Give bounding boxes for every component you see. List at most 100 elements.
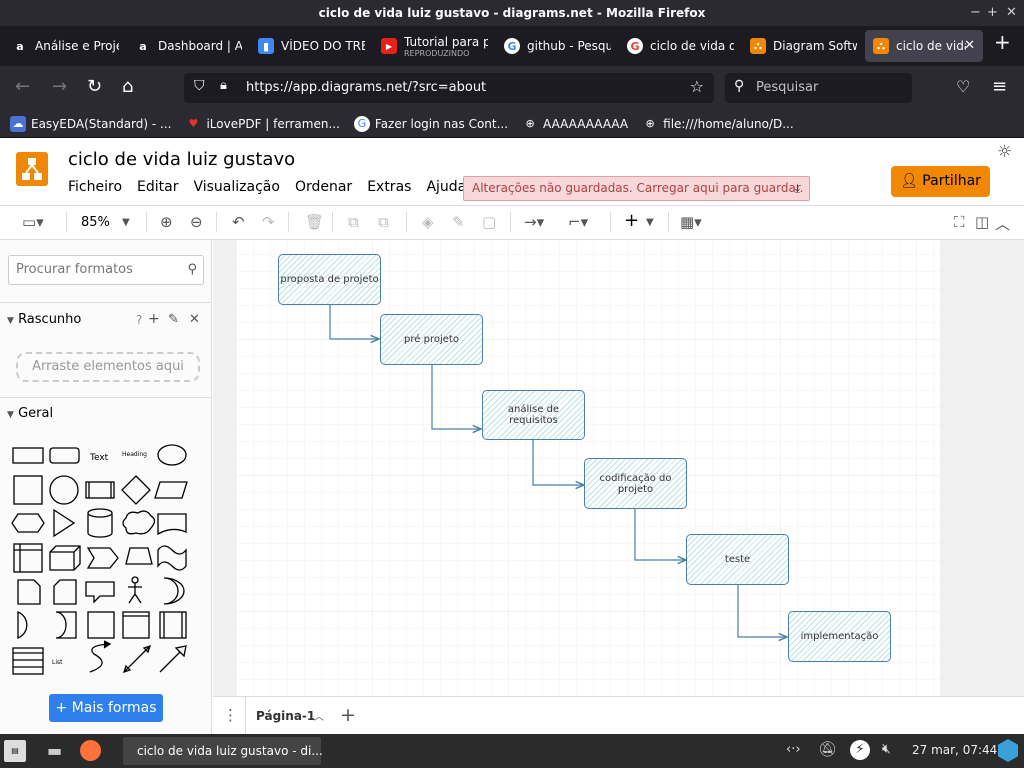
collapse-arrow-icon: ▼	[7, 410, 14, 420]
general-header[interactable]: ▼ Geral	[7, 406, 53, 421]
tab-label: Dashboard | A	[158, 39, 242, 53]
search-placeholder: Pesquisar	[756, 80, 819, 95]
close-tab-icon[interactable]: ✕	[964, 38, 975, 53]
bookmark-login[interactable]: G Fazer login nas Cont...	[353, 115, 509, 132]
diagram-page[interactable]: proposta de projeto pré projeto análise …	[236, 240, 940, 696]
undo-icon[interactable]: ↶	[232, 213, 245, 231]
url-bar[interactable]: ⛉ 🔒︎ https://app.diagrams.net/?src=about…	[184, 73, 714, 103]
menu-icon[interactable]: ≡	[992, 76, 1007, 97]
help-icon[interactable]: ?	[136, 313, 142, 327]
menu-arrange[interactable]: Ordenar	[295, 179, 352, 195]
zoom-in-icon[interactable]: ⊕	[160, 213, 173, 231]
menu-edit[interactable]: Editar	[137, 179, 178, 195]
bookmark-label: file:///home/aluno/D...	[663, 116, 794, 131]
theme-sun-icon[interactable]: ☼	[997, 142, 1012, 162]
diagram-node[interactable]: implementação	[788, 611, 891, 662]
firefox-icon[interactable]	[80, 740, 101, 761]
start-menu-icon[interactable]: ▤	[4, 740, 26, 762]
shapes-palette[interactable]: Text Heading List	[8, 438, 204, 678]
share-button[interactable]: 👤︎ Partilhar	[891, 166, 990, 197]
edit-icon[interactable]: ✎	[168, 312, 179, 327]
tab-label: ciclo de vida	[896, 39, 966, 53]
bookmark-star-icon[interactable]: ☆	[690, 77, 704, 96]
user-icon: 👤︎	[900, 173, 918, 189]
line-color-icon: ✎	[452, 213, 465, 231]
format-panel-icon[interactable]: ▭▾	[22, 213, 44, 231]
tab-0[interactable]: a Análise e Proje	[4, 30, 127, 62]
os-taskbar: ▤ ▬ ciclo de vida luiz gustavo - di... ‹…	[0, 734, 1024, 768]
minimize-icon[interactable]: −	[970, 0, 981, 26]
drawio-icon: ⛬	[750, 38, 766, 54]
taskbar-window-label: ciclo de vida luiz gustavo - di...	[137, 744, 323, 758]
diagram-node[interactable]: análise de requisitos	[482, 390, 585, 440]
page-tab-current[interactable]: Página-1	[256, 709, 315, 723]
volume-muted-icon[interactable]: 🔇︎	[882, 741, 891, 757]
lock-icon: 🔒︎	[220, 78, 227, 93]
unsaved-changes-notice[interactable]: Alterações não guardadas. Carregar aqui …	[463, 176, 810, 201]
zoom-dropdown-icon[interactable]: ▼	[122, 217, 130, 228]
waypoints-icon[interactable]: ⌐▾	[568, 213, 588, 231]
connection-style-icon[interactable]: →▾	[524, 213, 544, 231]
tab-6[interactable]: ⛬ Diagram Softw	[742, 30, 865, 62]
system-shield-icon[interactable]	[998, 739, 1018, 762]
search-bar[interactable]: ⚲ Pesquisar	[725, 73, 912, 103]
new-tab-icon[interactable]: +	[994, 30, 1011, 54]
bookmark-aaaa[interactable]: ⊕ AAAAAAAAAA	[522, 116, 628, 132]
insert-dropdown-icon[interactable]: ▼	[646, 217, 654, 228]
bookmark-label: AAAAAAAAAA	[543, 116, 629, 131]
maximize-icon[interactable]: +	[987, 0, 998, 26]
file-manager-icon[interactable]: ▬	[47, 741, 62, 760]
menu-extras[interactable]: Extras	[367, 179, 411, 195]
page-options-icon[interactable]: ︿	[314, 708, 324, 723]
bookmark-file[interactable]: ⊕ file:///home/aluno/D...	[642, 116, 794, 132]
google-icon: G	[353, 115, 370, 132]
scratchpad-header[interactable]: ▼ Rascunho	[7, 312, 81, 327]
bookmark-easyeda[interactable]: ☁ EasyEDA(Standard) - ...	[10, 115, 171, 132]
menu-file[interactable]: Ficheiro	[68, 179, 122, 195]
tab-5[interactable]: G ciclo de vida d	[619, 30, 742, 62]
format-toggle-icon[interactable]: ◫	[975, 213, 989, 231]
network-icon[interactable]: ‹·›	[786, 742, 801, 757]
pages-menu-icon[interactable]: ⋮	[223, 706, 238, 724]
notifications-muted-icon[interactable]: 🔕︎	[818, 740, 837, 758]
insert-plus-icon[interactable]: +	[624, 210, 639, 231]
diagram-node[interactable]: pré projeto	[380, 314, 483, 365]
bookmark-ilovepdf[interactable]: ♥ iLovePDF | ferramen...	[185, 116, 340, 132]
scratchpad-dropzone[interactable]: Arraste elementos aqui	[16, 352, 200, 382]
toolbar	[0, 205, 1024, 240]
document-title[interactable]: ciclo de vida luiz gustavo	[68, 149, 295, 170]
collapse-icon[interactable]: ︿	[995, 213, 1010, 234]
add-page-icon[interactable]: +	[340, 704, 356, 726]
reload-icon[interactable]: ↻	[87, 76, 102, 97]
close-icon[interactable]: ✕	[189, 312, 200, 327]
zoom-level[interactable]: 85%	[81, 215, 110, 230]
diagram-node[interactable]: proposta de projeto	[278, 254, 381, 305]
close-window-icon[interactable]: ✕	[1006, 0, 1017, 26]
menu-view[interactable]: Visualização	[193, 179, 279, 195]
forward-icon[interactable]: →	[52, 76, 67, 97]
zoom-out-icon[interactable]: ⊖	[190, 213, 203, 231]
more-shapes-button[interactable]: + Mais formas	[49, 694, 163, 722]
tab-2[interactable]: ▮ VÍDEO DO TRE	[250, 30, 373, 62]
table-icon[interactable]: ▦▾	[680, 213, 702, 231]
tab-4[interactable]: G github - Pesqu	[496, 30, 619, 62]
to-front-icon: ⧉	[348, 213, 359, 231]
back-icon[interactable]: ←	[15, 76, 30, 97]
fullscreen-icon[interactable]: ⛶	[954, 213, 965, 231]
search-shapes-input[interactable]: Procurar formatos ⚲	[8, 255, 204, 285]
window-title: ciclo de vida luiz gustavo - diagrams.ne…	[318, 6, 706, 20]
diagram-node[interactable]: codificação do projeto	[584, 458, 687, 509]
tab-1[interactable]: a Dashboard | A	[127, 30, 250, 62]
tab-label: ciclo de vida d	[650, 39, 734, 53]
bookmark-label: Fazer login nas Cont...	[374, 116, 509, 131]
pocket-icon[interactable]: ♡	[956, 77, 970, 96]
drawio-icon: ⛬	[873, 38, 889, 54]
tab-active[interactable]: ⛬ ciclo de vida ✕	[865, 30, 983, 62]
tab-3[interactable]: ▶ Tutorial para p REPRODUZINDO	[373, 30, 496, 62]
menu-help[interactable]: Ajuda	[426, 179, 466, 195]
diagram-node[interactable]: teste	[686, 534, 789, 585]
add-icon[interactable]: +	[148, 311, 160, 327]
home-icon[interactable]: ⌂	[122, 76, 133, 97]
taskbar-window-button[interactable]: ciclo de vida luiz gustavo - di...	[123, 737, 323, 765]
power-icon[interactable]: ⚡︎	[850, 740, 870, 760]
